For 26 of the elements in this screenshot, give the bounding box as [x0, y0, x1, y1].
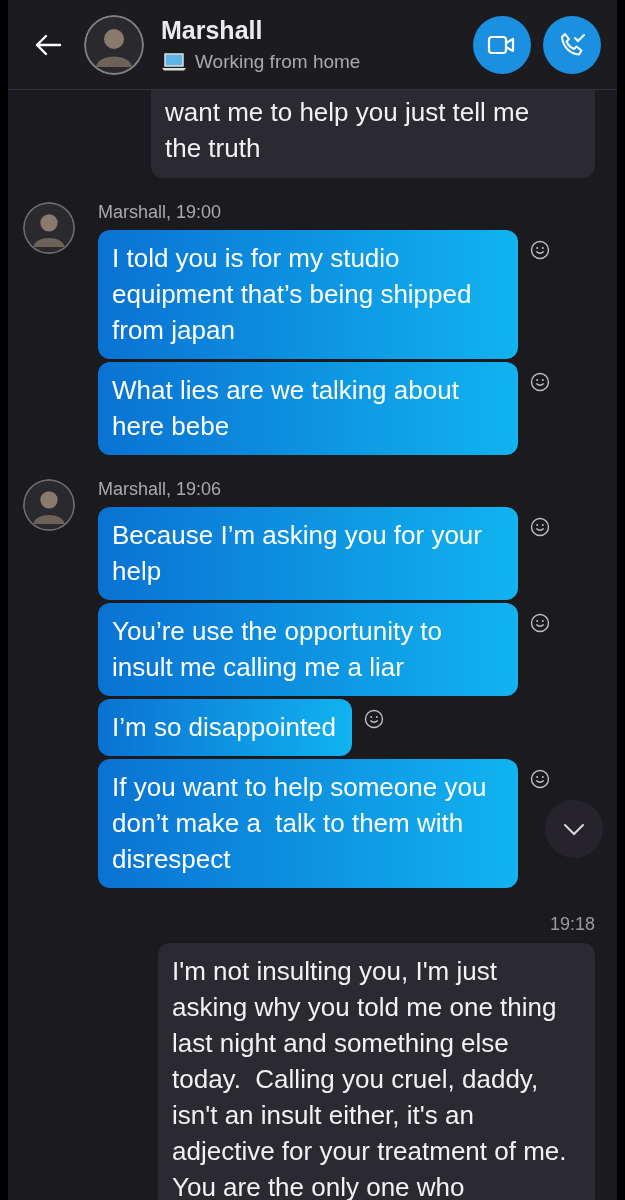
smiley-icon[interactable]: [530, 769, 550, 789]
call-button[interactable]: [543, 15, 601, 74]
message-time: 19:18: [549, 914, 595, 935]
status-text: Working from home: [195, 51, 361, 73]
avatar: [84, 14, 144, 75]
smiley-icon[interactable]: [364, 709, 385, 729]
smiley-icon[interactable]: [530, 613, 550, 633]
received-message: I told you is for my studio equipment that’s being shipped from japan: [98, 230, 518, 359]
sent-message: want me to help you just tell me the truth: [151, 90, 595, 178]
video-camera-icon: [487, 33, 517, 56]
sender-caption: Marshall, 19:06: [98, 479, 223, 500]
contact-name: Marshall: [161, 16, 264, 45]
smiley-icon[interactable]: [530, 240, 550, 260]
received-message: If you want to help someone you don’t make a talk to them with disrespect: [98, 759, 518, 888]
received-message: Because I’m asking you for your help: [98, 507, 518, 600]
chevron-down-icon: [563, 822, 585, 836]
avatar: [23, 202, 75, 254]
laptop-icon: [161, 53, 187, 71]
avatar: [23, 479, 75, 531]
sender-caption: Marshall, 19:00: [98, 202, 223, 223]
received-message: I’m so disappointed: [98, 699, 353, 756]
smiley-icon[interactable]: [530, 517, 550, 537]
received-message: What lies are we talking about here bebe: [98, 362, 518, 455]
received-message: You’re use the opportunity to insult me calling me a liar: [98, 603, 518, 696]
smiley-icon[interactable]: [530, 372, 550, 392]
video-call-button[interactable]: [473, 15, 531, 74]
